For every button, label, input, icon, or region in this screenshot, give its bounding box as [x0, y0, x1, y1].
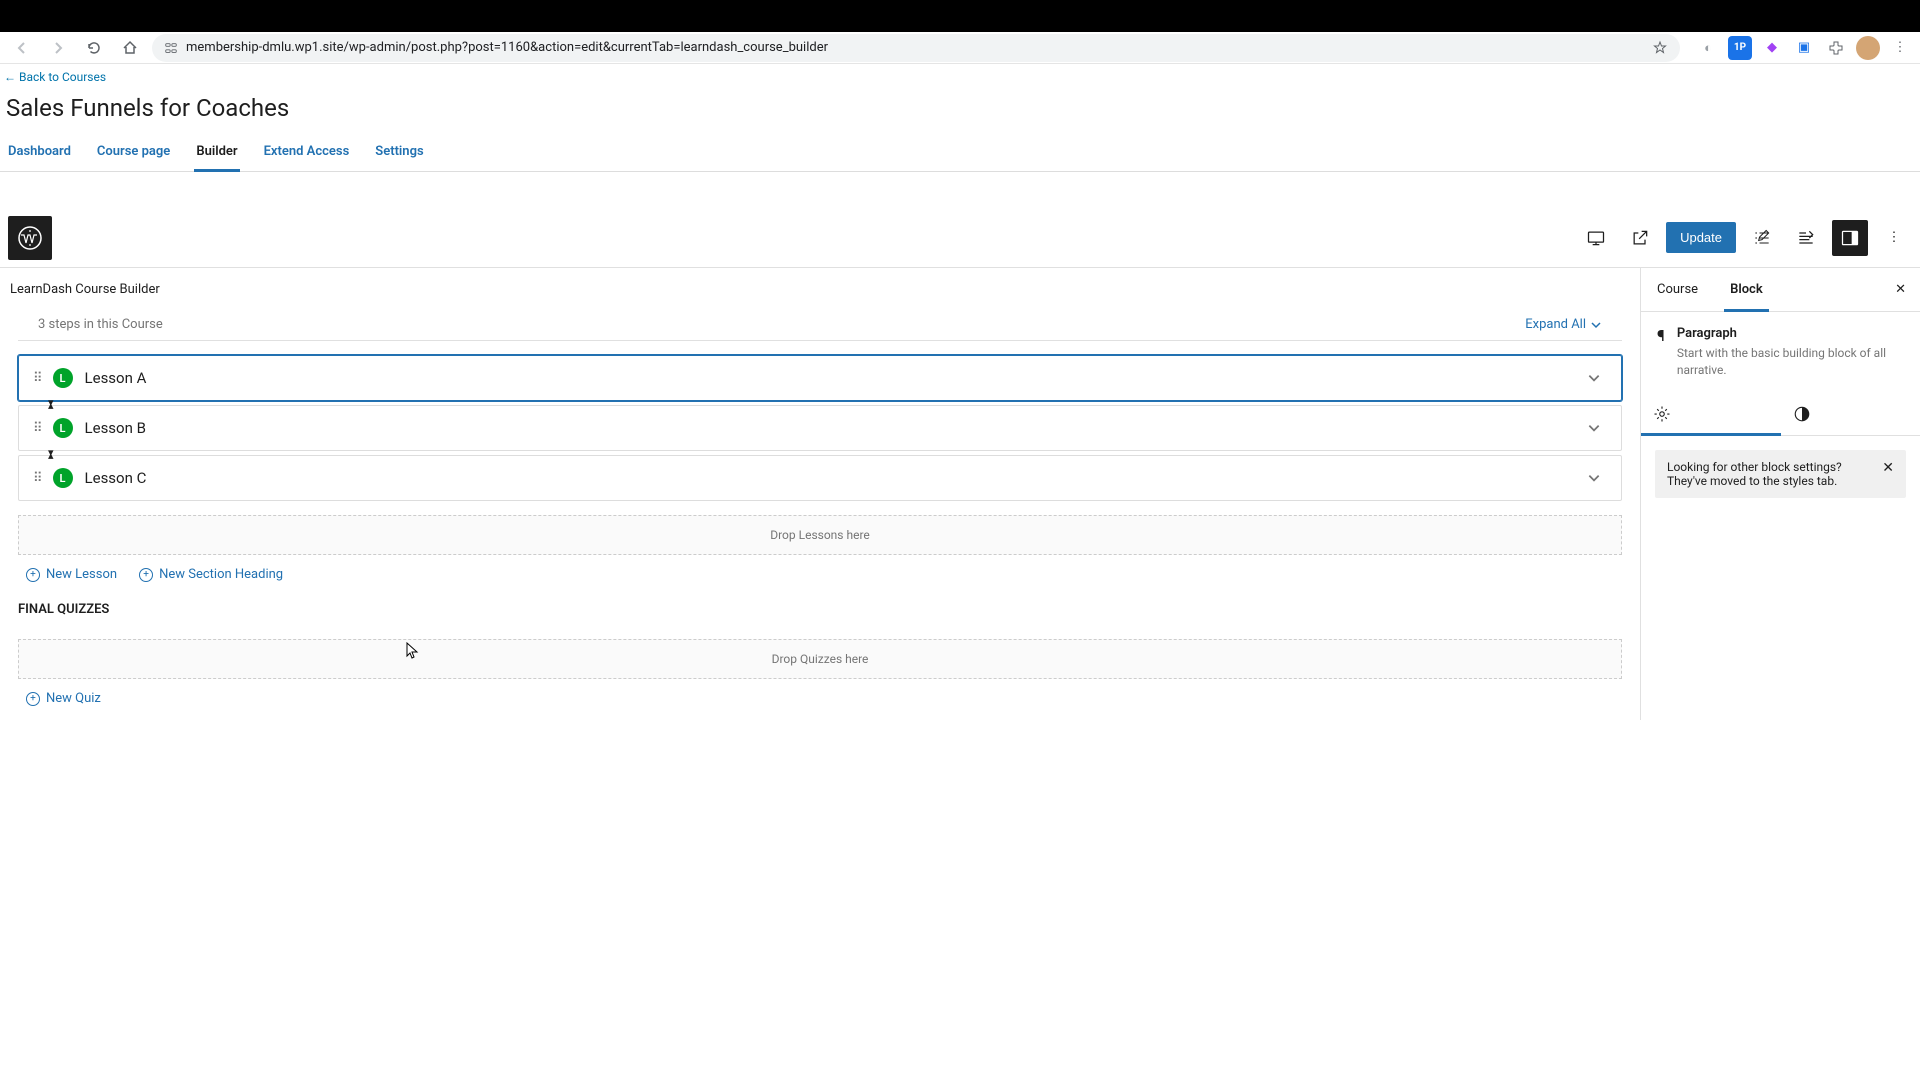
gear-icon	[1653, 405, 1671, 423]
extension-icon-1[interactable]: ◐	[1696, 36, 1720, 60]
drag-handle-icon[interactable]: ⠿	[33, 471, 43, 486]
move-up-icon[interactable]: ▴	[48, 399, 54, 412]
tab-builder[interactable]: Builder	[194, 134, 239, 171]
sidebar-tab-block[interactable]: Block	[1714, 268, 1779, 311]
back-to-courses-link[interactable]: ← Back to Courses	[0, 64, 1920, 90]
chevron-down-icon[interactable]	[1587, 471, 1607, 485]
builder-header: LearnDash Course Builder	[0, 278, 1640, 309]
new-lesson-button[interactable]: + New Lesson	[26, 567, 117, 582]
contrast-icon	[1793, 405, 1811, 423]
tab-settings[interactable]: Settings	[373, 134, 425, 171]
hint-text: Looking for other block settings? They'v…	[1667, 460, 1874, 488]
plus-circle-icon: +	[139, 568, 153, 582]
bookmark-star-icon[interactable]	[1652, 40, 1668, 56]
tab-extend-access[interactable]: Extend Access	[262, 134, 352, 171]
nav-home-button[interactable]	[116, 34, 144, 62]
hint-close-icon[interactable]: ✕	[1882, 460, 1894, 488]
hint-box: Looking for other block settings? They'v…	[1655, 450, 1906, 498]
drag-handle-icon[interactable]: ⠿	[33, 421, 43, 436]
plus-circle-icon: +	[26, 692, 40, 706]
edit-details-icon[interactable]	[1744, 220, 1780, 256]
tab-course-page[interactable]: Course page	[95, 134, 172, 171]
drop-quizzes-zone[interactable]: Drop Quizzes here	[18, 639, 1622, 679]
sidebar-toggle-icon[interactable]	[1832, 220, 1868, 256]
lesson-name: Lesson C	[85, 469, 147, 487]
expand-all-button[interactable]: Expand All	[1525, 317, 1602, 332]
extension-icon-3[interactable]: ◆	[1760, 36, 1784, 60]
move-up-icon[interactable]: ▴	[48, 449, 54, 462]
styles-sub-tab[interactable]	[1781, 393, 1920, 435]
editor-toolbar: Update ⋮	[0, 208, 1920, 268]
device-preview-icon[interactable]	[1578, 220, 1614, 256]
builder-content: LearnDash Course Builder 3 steps in this…	[0, 268, 1640, 720]
url-bar[interactable]: membership-dmlu.wp1.site/wp-admin/post.p…	[152, 34, 1680, 62]
extension-icon-2[interactable]: 1P	[1728, 36, 1752, 60]
chevron-down-icon[interactable]	[1587, 421, 1607, 435]
browser-menu-icon[interactable]: ⋮	[1888, 36, 1912, 60]
profile-avatar[interactable]	[1856, 36, 1880, 60]
paragraph-icon: ¶	[1657, 326, 1665, 345]
chevron-down-icon[interactable]	[1587, 371, 1607, 385]
settings-sidebar: Course Block ✕ ¶ Paragraph Start with th…	[1640, 268, 1920, 720]
url-text: membership-dmlu.wp1.site/wp-admin/post.p…	[186, 40, 828, 55]
block-description: Start with the basic building block of a…	[1677, 345, 1904, 379]
lesson-row-a[interactable]: ⠿ L Lesson A	[18, 355, 1622, 401]
extensions-puzzle-icon[interactable]	[1824, 36, 1848, 60]
external-link-icon[interactable]	[1622, 220, 1658, 256]
tab-dashboard[interactable]: Dashboard	[6, 134, 73, 171]
course-tabs: Dashboard Course page Builder Extend Acc…	[0, 134, 1920, 172]
browser-toolbar: membership-dmlu.wp1.site/wp-admin/post.p…	[0, 32, 1920, 64]
sidebar-tab-course[interactable]: Course	[1641, 268, 1714, 311]
new-quiz-button[interactable]: + New Quiz	[26, 691, 101, 706]
nav-back-button[interactable]	[8, 34, 36, 62]
update-button[interactable]: Update	[1666, 222, 1736, 253]
wordpress-logo[interactable]	[8, 216, 52, 260]
lesson-badge: L	[53, 368, 73, 388]
nav-reload-button[interactable]	[80, 34, 108, 62]
drag-handle-icon[interactable]: ⠿	[33, 371, 43, 386]
options-menu-icon[interactable]: ⋮	[1876, 220, 1912, 256]
lesson-row-c[interactable]: ⠿ L Lesson C	[18, 455, 1622, 501]
close-sidebar-icon[interactable]: ✕	[1881, 282, 1920, 297]
lesson-name: Lesson B	[85, 419, 146, 437]
site-info-icon[interactable]	[164, 41, 178, 55]
extension-icon-4[interactable]: ▣	[1792, 36, 1816, 60]
new-section-heading-button[interactable]: + New Section Heading	[139, 567, 283, 582]
lesson-badge: L	[53, 468, 73, 488]
plus-circle-icon: +	[26, 568, 40, 582]
page-title: Sales Funnels for Coaches	[0, 90, 1920, 134]
browser-tab-strip	[0, 0, 1920, 32]
block-name: Paragraph	[1677, 326, 1904, 341]
lesson-name: Lesson A	[85, 369, 147, 387]
lesson-row-b[interactable]: ⠿ L Lesson B	[18, 405, 1622, 451]
drop-lessons-zone[interactable]: Drop Lessons here	[18, 515, 1622, 555]
settings-sub-tab[interactable]	[1641, 393, 1781, 435]
lesson-badge: L	[53, 418, 73, 438]
chevron-down-icon	[1590, 319, 1602, 331]
final-quizzes-heading: FINAL QUIZZES	[0, 586, 1640, 625]
steps-count: 3 steps in this Course	[38, 317, 163, 332]
learndash-icon[interactable]	[1788, 220, 1824, 256]
nav-forward-button[interactable]	[44, 34, 72, 62]
